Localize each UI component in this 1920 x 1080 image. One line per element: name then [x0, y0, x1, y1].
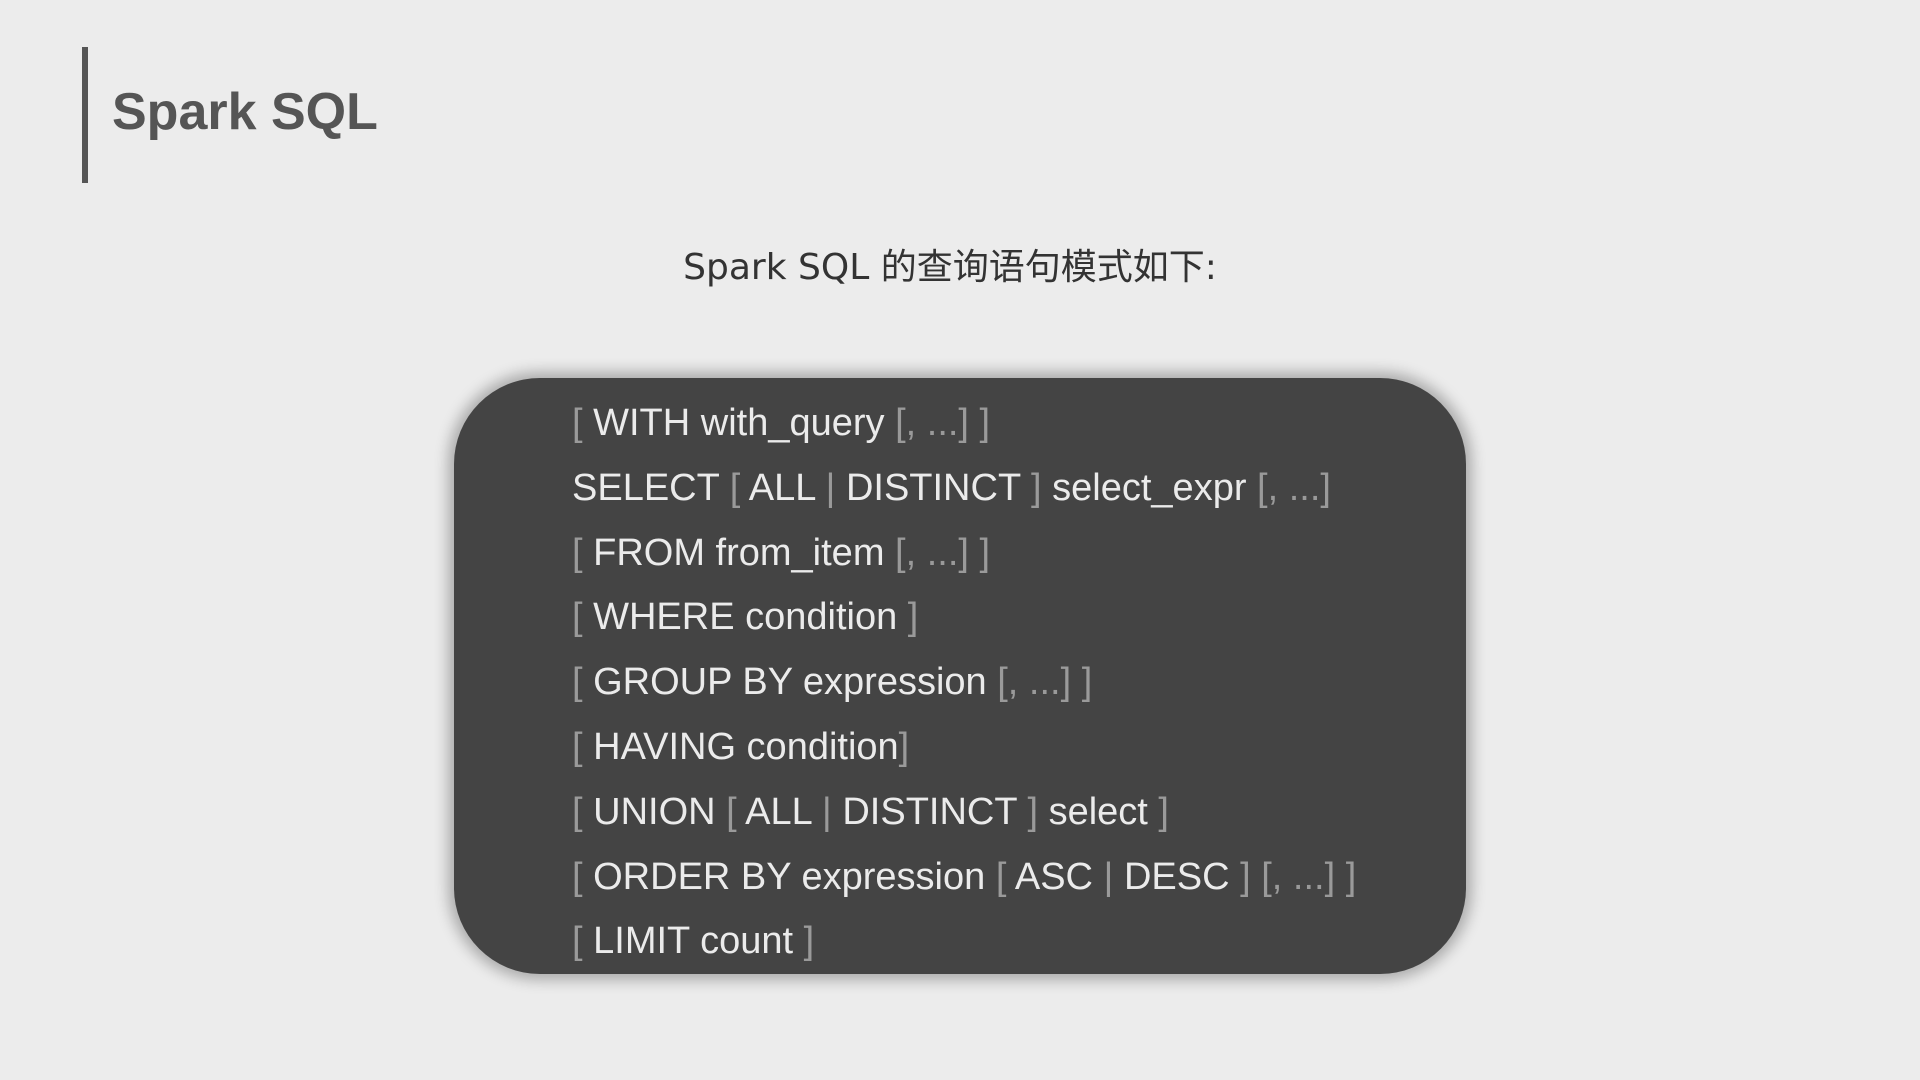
code-symbol: ]: [898, 725, 910, 768]
code-symbol: ]: [1147, 790, 1169, 833]
code-symbol: [: [572, 855, 594, 898]
subtitle: Spark SQL 的查询语句模式如下:: [683, 247, 1217, 288]
sql-syntax-code-block: [ WITH with_query [, ...] ] SELECT [ ALL …: [454, 378, 1466, 974]
code-keyword: HAVING condition: [593, 725, 899, 768]
code-symbol: [, ...] ]: [986, 661, 1093, 704]
code-keyword: ALL: [748, 466, 815, 509]
page-title: Spark SQL: [112, 83, 378, 141]
code-line: [ UNION [ ALL | DISTINCT ] select ]: [572, 780, 1466, 845]
code-symbol: ]: [897, 596, 919, 639]
code-symbol: |: [1092, 855, 1124, 898]
code-symbol: ]: [1016, 790, 1049, 833]
code-symbol: [, ...] ]: [884, 402, 991, 444]
code-keyword: DISTINCT: [845, 466, 1021, 509]
code-symbol: [: [572, 920, 594, 963]
code-symbol: ]: [793, 920, 815, 963]
title-accent-bar: [82, 47, 88, 183]
code-line: SELECT [ ALL | DISTINCT ] select_expr [,…: [572, 456, 1466, 521]
code-keyword: WHERE condition: [593, 596, 898, 639]
code-symbol: [: [572, 725, 594, 768]
slide: Spark SQL Spark SQL 的查询语句模式如下: [ WITH wi…: [0, 0, 1920, 1080]
code-symbol: [: [572, 402, 594, 444]
code-symbol: [: [572, 661, 594, 704]
code-keyword: ORDER BY expression: [593, 855, 996, 898]
code-keyword: DESC: [1123, 855, 1230, 898]
code-symbol: |: [811, 790, 843, 833]
code-keyword: select: [1048, 790, 1148, 833]
code-keyword: DISTINCT: [842, 790, 1017, 833]
code-symbol: [: [572, 596, 594, 639]
code-symbol: [, ...] ]: [884, 531, 991, 574]
code-keyword: ALL: [745, 790, 812, 833]
code-keyword: FROM from_item: [593, 531, 885, 574]
code-line: [ FROM from_item [, ...] ]: [572, 521, 1466, 586]
code-symbol: [: [572, 790, 594, 833]
code-keyword: GROUP BY expression: [593, 661, 987, 704]
code-keyword: UNION: [593, 790, 727, 833]
code-symbol: [, ...]: [1246, 466, 1331, 509]
code-line: [ GROUP BY expression [, ...] ]: [572, 650, 1466, 715]
code-keyword: LIMIT count: [593, 920, 794, 963]
code-line: [ HAVING condition]: [572, 715, 1466, 780]
code-line: [ WITH with_query [, ...] ]: [572, 391, 1466, 456]
code-line: [ LIMIT count ]: [572, 909, 1466, 974]
code-line: [ ORDER BY expression [ ASC | DESC ] [, …: [572, 845, 1466, 910]
code-keyword: SELECT: [572, 466, 730, 509]
code-line: [ WHERE condition ]: [572, 585, 1466, 650]
code-symbol: [: [572, 531, 594, 574]
code-symbol: ]: [1020, 466, 1053, 509]
code-symbol: ] [, ...] ]: [1229, 855, 1357, 898]
code-keyword: WITH with_query: [593, 402, 885, 444]
code-symbol: [: [729, 466, 749, 509]
code-keyword: select_expr: [1052, 466, 1247, 509]
code-symbol: [: [995, 855, 1015, 898]
code-symbol: [: [726, 790, 746, 833]
code-symbol: |: [814, 466, 846, 509]
code-keyword: ASC: [1014, 855, 1093, 898]
